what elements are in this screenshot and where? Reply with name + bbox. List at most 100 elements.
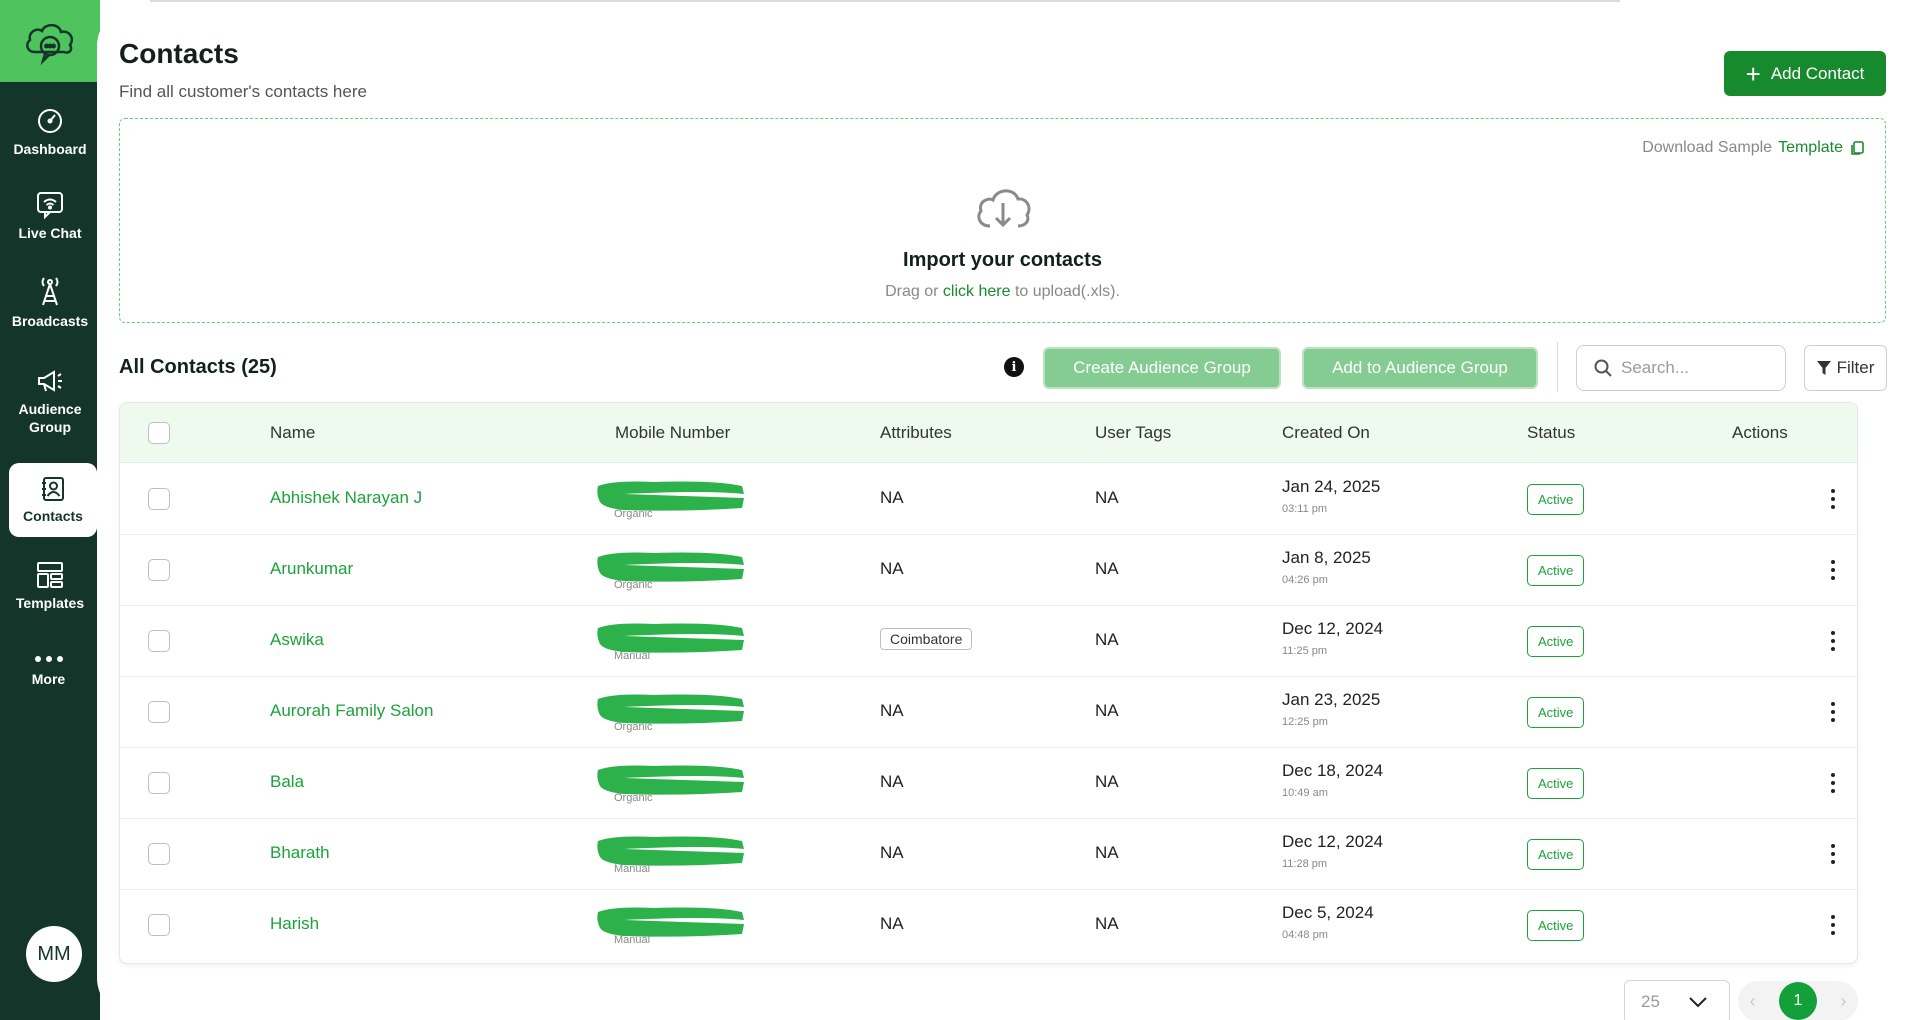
row-checkbox[interactable] (148, 488, 170, 510)
sidebar-item-broadcasts[interactable]: Broadcasts (0, 274, 100, 330)
kebab-menu-icon[interactable] (1825, 486, 1841, 512)
page-number-button[interactable]: 1 (1778, 982, 1817, 1020)
avatar[interactable]: MM (26, 926, 82, 982)
sidebar-item-audience-group[interactable]: Audience Group (0, 366, 100, 436)
status-badge: Active (1527, 555, 1585, 586)
sidebar-item-label: Live Chat (18, 225, 82, 241)
contact-name[interactable]: Aswika (270, 630, 324, 650)
contact-source: Manual (614, 650, 651, 662)
status-badge: Active (1527, 910, 1585, 941)
column-header-created-on[interactable]: Created On (1282, 423, 1370, 443)
contact-source: Organic (614, 792, 653, 804)
contacts-table: Name Mobile Number Attributes User Tags … (119, 402, 1858, 964)
chat-wifi-icon (37, 192, 63, 220)
next-page-chevron-icon[interactable]: › (1840, 991, 1846, 1012)
copy-icon[interactable] (1849, 140, 1865, 156)
status-badge: Active (1527, 839, 1585, 870)
contact-source: Manual (614, 934, 651, 946)
sidebar-item-label: More (31, 671, 66, 687)
megaphone-icon (38, 370, 62, 392)
table-row[interactable]: Bharath Manual NA NA Dec 12, 2024 11:28 … (120, 819, 1857, 890)
kebab-menu-icon[interactable] (1825, 912, 1841, 938)
column-header-attributes[interactable]: Attributes (880, 423, 952, 443)
create-audience-group-button[interactable]: Create Audience Group (1043, 347, 1281, 389)
rows-per-page-value: 25 (1641, 992, 1660, 1011)
contact-user-tags: NA (1095, 772, 1119, 791)
created-date: Dec 12, 2024 (1282, 832, 1384, 851)
contact-book-icon (42, 477, 64, 501)
page-title: Contacts (119, 38, 239, 69)
antenna-tower-icon (41, 277, 59, 306)
contact-name[interactable]: Aurorah Family Salon (270, 701, 433, 721)
table-row[interactable]: Aswika Manual Coimbatore NA Dec 12, 2024… (120, 606, 1857, 677)
contact-user-tags: NA (1095, 914, 1119, 933)
cloud-chat-logo-icon (26, 23, 74, 66)
search-input[interactable] (1621, 358, 1771, 378)
page-subtitle: Find all customer's contacts here (119, 82, 367, 101)
kebab-menu-icon[interactable] (1825, 557, 1841, 583)
kebab-menu-icon[interactable] (1825, 699, 1841, 725)
sidebar-item-label: Templates (15, 595, 85, 611)
pagination: ‹ 1 › (1738, 981, 1858, 1020)
row-checkbox[interactable] (148, 843, 170, 865)
download-sample-template: Download Sample Template (1642, 139, 1865, 157)
kebab-menu-icon[interactable] (1825, 770, 1841, 796)
created-time: 11:28 pm (1282, 858, 1328, 870)
column-header-name[interactable]: Name (270, 423, 315, 443)
created-time: 11:25 pm (1282, 645, 1328, 657)
table-row[interactable]: Arunkumar Organic NA NA Jan 8, 2025 04:2… (120, 535, 1857, 606)
add-contact-label: Add Contact (1770, 63, 1865, 83)
rows-per-page-select[interactable]: 25 (1624, 980, 1730, 1020)
table-row[interactable]: Aurorah Family Salon Organic NA NA Jan 2… (120, 677, 1857, 748)
search-box (1576, 345, 1786, 391)
contact-user-tags: NA (1095, 630, 1119, 649)
prev-page-chevron-icon[interactable]: ‹ (1750, 991, 1756, 1012)
row-checkbox[interactable] (148, 914, 170, 936)
click-here-link[interactable]: click here (943, 283, 1011, 300)
created-time: 12:25 pm (1282, 716, 1328, 728)
app-logo[interactable] (0, 0, 100, 82)
contact-name[interactable]: Bharath (270, 843, 330, 863)
template-link[interactable]: Template (1778, 139, 1843, 157)
select-all-checkbox[interactable] (148, 422, 170, 444)
status-badge: Active (1527, 484, 1585, 515)
column-header-user-tags[interactable]: User Tags (1095, 423, 1171, 443)
kebab-menu-icon[interactable] (1825, 841, 1841, 867)
contact-name[interactable]: Bala (270, 772, 304, 792)
contact-name[interactable]: Harish (270, 914, 319, 934)
sidebar-item-live-chat[interactable]: Live Chat (0, 190, 100, 242)
contact-attribute: NA (880, 701, 904, 720)
sidebar-item-contacts[interactable]: Contacts (9, 463, 97, 537)
column-header-mobile[interactable]: Mobile Number (615, 423, 730, 443)
row-checkbox[interactable] (148, 772, 170, 794)
chevron-down-icon (1689, 997, 1707, 1008)
row-checkbox[interactable] (148, 701, 170, 723)
plus-icon: + (1745, 58, 1761, 89)
table-row[interactable]: Harish Manual NA NA Dec 5, 2024 04:48 pm… (120, 890, 1857, 961)
contact-attribute: NA (880, 843, 904, 862)
sidebar-item-dashboard[interactable]: Dashboard (0, 106, 100, 158)
contact-user-tags: NA (1095, 843, 1119, 862)
sidebar: Dashboard Live Chat Broadcasts Audience … (0, 0, 100, 1020)
import-sub-suffix: to upload(.xls). (1014, 283, 1120, 300)
contact-name[interactable]: Arunkumar (270, 559, 353, 579)
row-checkbox[interactable] (148, 630, 170, 652)
add-contact-button[interactable]: + Add Contact (1724, 51, 1886, 96)
info-icon[interactable]: i (1004, 357, 1024, 377)
sidebar-item-more[interactable]: More (0, 652, 97, 688)
contact-source: Organic (614, 721, 653, 733)
add-to-audience-group-button[interactable]: Add to Audience Group (1302, 347, 1538, 389)
column-header-status[interactable]: Status (1527, 423, 1575, 443)
status-badge: Active (1527, 626, 1585, 657)
created-time: 10:49 am (1282, 787, 1328, 799)
sidebar-item-label: Contacts (23, 508, 83, 524)
table-row[interactable]: Abhishek Narayan J Organic NA NA Jan 24,… (120, 464, 1857, 535)
filter-button[interactable]: Filter (1804, 345, 1887, 391)
contact-name[interactable]: Abhishek Narayan J (270, 488, 422, 508)
sidebar-item-templates[interactable]: Templates (0, 560, 100, 612)
kebab-menu-icon[interactable] (1825, 628, 1841, 654)
table-row[interactable]: Bala Organic NA NA Dec 18, 2024 10:49 am… (120, 748, 1857, 819)
row-checkbox[interactable] (148, 559, 170, 581)
import-dropzone[interactable]: Download Sample Template Import your con… (119, 118, 1886, 323)
status-badge: Active (1527, 697, 1585, 728)
